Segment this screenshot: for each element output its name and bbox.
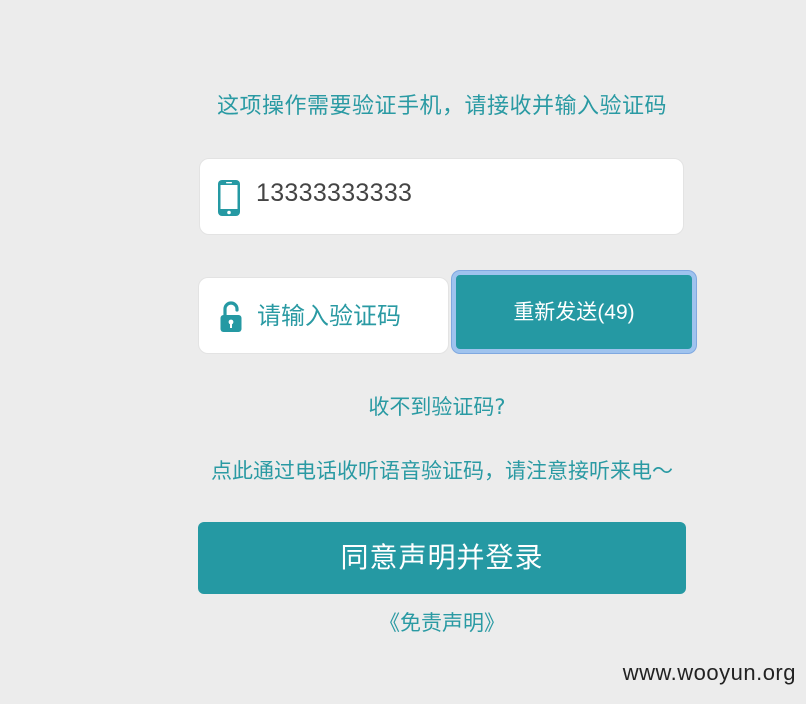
phone-number-value: 13333333333	[256, 179, 413, 207]
disclaimer-link[interactable]: 《免责声明》	[0, 607, 806, 637]
phone-number-field: 13333333333	[199, 158, 684, 235]
watermark-text: www.wooyun.org	[622, 660, 796, 685]
mobile-phone-icon	[218, 180, 240, 216]
resend-label: 重新发送	[513, 300, 598, 324]
verification-page: 这项操作需要验证手机，请接收并输入验证码 13333333333 重新发送(49…	[0, 0, 806, 704]
resend-countdown: (49)	[597, 301, 635, 324]
unlocked-padlock-icon	[220, 301, 242, 332]
instruction-text: 这项操作需要验证手机，请接收并输入验证码	[216, 94, 667, 119]
resend-code-button[interactable]: 重新发送(49)	[452, 271, 696, 353]
voice-code-link[interactable]: 点此通过电话收听语音验证码，请注意接听来电～	[0, 455, 806, 485]
verification-code-field[interactable]	[198, 277, 449, 354]
verification-code-input[interactable]	[257, 296, 437, 336]
agree-and-login-button[interactable]: 同意声明并登录	[198, 522, 686, 594]
no-code-received-link[interactable]: 收不到验证码?	[0, 391, 806, 421]
